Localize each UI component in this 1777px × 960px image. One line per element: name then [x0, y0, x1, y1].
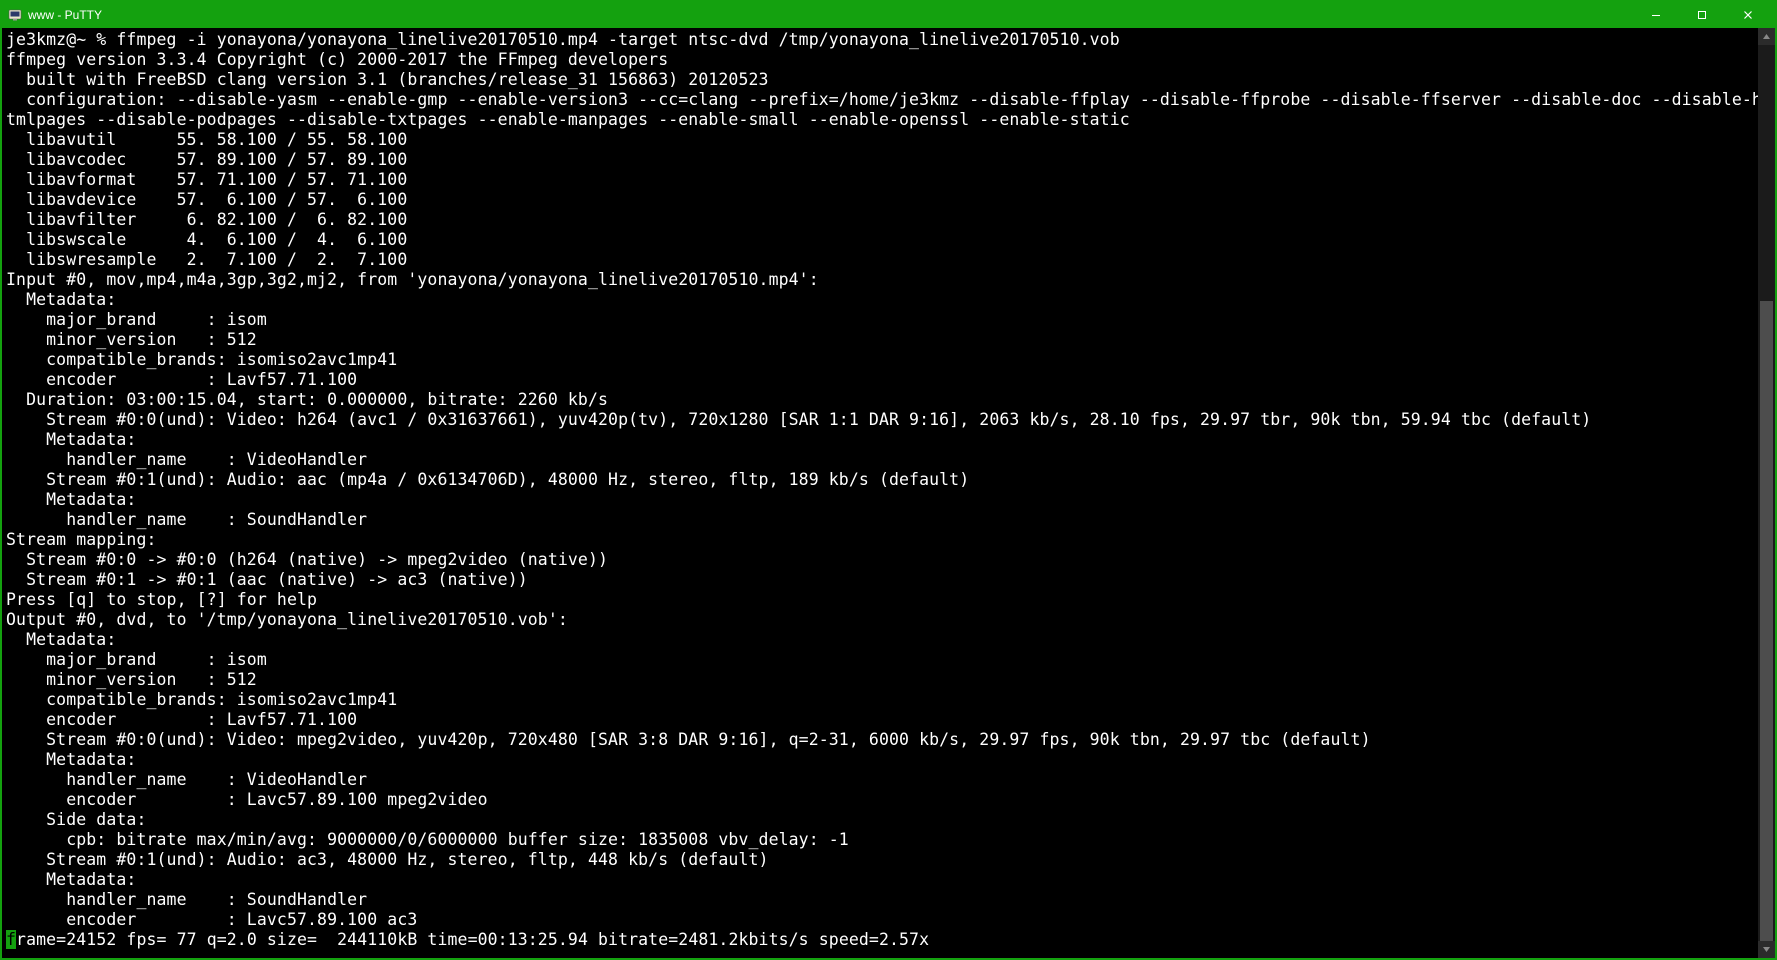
content-wrap: je3kmz@~ % ffmpeg -i yonayona/yonayona_l… [2, 28, 1775, 958]
titlebar-left: www - PuTTY [8, 8, 102, 22]
ffmpeg-status-line: frame=24152 fps= 77 q=2.0 size= 244110kB… [6, 930, 929, 949]
scroll-thumb[interactable] [1760, 301, 1773, 941]
scroll-up-button[interactable] [1758, 28, 1775, 45]
scrollbar[interactable] [1758, 28, 1775, 958]
close-button[interactable] [1725, 5, 1771, 25]
titlebar-controls [1633, 5, 1771, 25]
putty-icon [8, 8, 22, 22]
titlebar[interactable]: www - PuTTY [2, 2, 1775, 28]
scroll-track[interactable] [1758, 45, 1775, 941]
terminal-cursor: f [6, 930, 16, 949]
maximize-button[interactable] [1679, 5, 1725, 25]
putty-window: www - PuTTY je3kmz@~ % ffmpeg -i yonayon… [0, 0, 1777, 960]
terminal-output[interactable]: je3kmz@~ % ffmpeg -i yonayona/yonayona_l… [2, 28, 1758, 958]
minimize-button[interactable] [1633, 5, 1679, 25]
window-title: www - PuTTY [28, 8, 102, 22]
scroll-down-button[interactable] [1758, 941, 1775, 958]
